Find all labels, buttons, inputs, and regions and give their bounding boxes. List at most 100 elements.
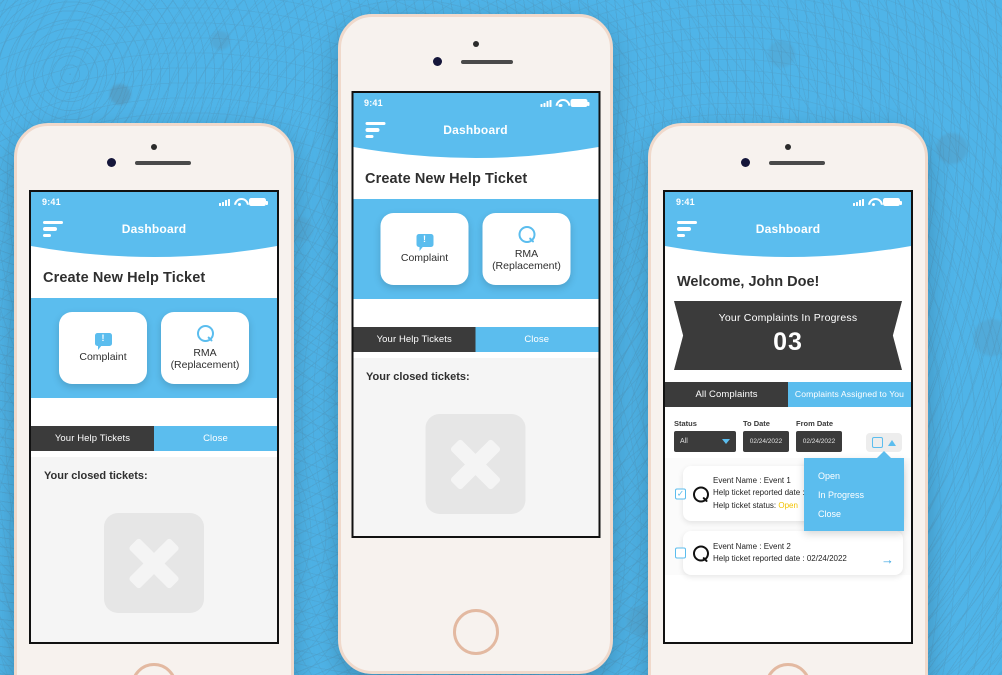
front-camera-icon [785,144,791,150]
complaint-bubble-icon: ! [94,332,112,350]
status-select[interactable]: All [674,431,736,452]
ticket-checkbox[interactable] [675,547,686,559]
ticket-row[interactable]: Event Name : Event 2 Help ticket reporte… [675,531,903,576]
wifi-icon [868,198,879,207]
status-filter-label: Status [674,419,697,428]
complaint-label: Complaint [79,350,127,363]
rma-magnifier-icon [518,225,535,243]
screen-middle: 9:41 Dashboard Create New Help Ticket ! … [351,91,600,538]
complaint-card[interactable]: ! Complaint [59,312,147,384]
complaint-card[interactable]: ! Complaint [380,213,469,285]
phone-device-left: 9:41 Dashboard Create New Help Ticket ! … [14,123,294,675]
closed-tickets-panel: Your closed tickets: [31,457,277,642]
chevron-up-icon [888,439,896,446]
status-select-value: All [680,438,688,445]
dropdown-option-in-progress[interactable]: In Progress [804,485,904,504]
status-dropdown-menu: Open In Progress Close [804,451,904,531]
signal-bars-icon [219,198,230,206]
home-button[interactable] [452,609,499,655]
home-button[interactable] [765,663,811,675]
hamburger-menu-icon[interactable] [365,121,385,139]
front-camera-icon [151,144,157,150]
tab-your-help-tickets[interactable]: Your Help Tickets [353,327,476,352]
wifi-icon [555,99,566,108]
earpiece-speaker [135,161,191,165]
app-bar: Dashboard [353,113,598,147]
screen-left: 9:41 Dashboard Create New Help Ticket ! … [29,190,279,644]
complaints-in-progress-ribbon: Your Complaints In Progress 03 [674,301,902,370]
tab-all-complaints[interactable]: All Complaints [665,382,788,407]
ribbon-title: Your Complaints In Progress [718,312,858,324]
complaint-label: Complaint [400,251,449,264]
choice-band: ! Complaint RMA (Replacement) [31,298,277,398]
rma-label: RMA (Replacement) [492,247,561,272]
section-title: Create New Help Ticket [43,270,206,286]
rma-magnifier-icon [196,324,214,342]
header-curve [353,147,598,165]
phone-device-right: 9:41 Dashboard Welcome, John Doe! Your C… [648,123,928,675]
tab-close[interactable]: Close [154,426,277,451]
empty-x-placeholder-icon [104,513,204,613]
tab-your-help-tickets[interactable]: Your Help Tickets [31,426,154,451]
proximity-sensor-icon [433,57,442,66]
home-button[interactable] [131,663,177,675]
to-date-input[interactable]: 02/24/2022 [743,431,789,452]
earpiece-speaker [769,161,825,165]
ticket-checkbox[interactable] [675,488,686,500]
tab-bar: Your Help Tickets Close [31,426,277,451]
ticket-status-value[interactable]: Open [778,501,798,510]
from-date-input[interactable]: 02/24/2022 [796,431,842,452]
signal-bars-icon [540,99,551,107]
status-time: 9:41 [364,98,383,108]
from-date-label: From Date [796,419,834,428]
tab-bar: Your Help Tickets Close [353,327,598,352]
ribbon-count: 03 [773,328,803,356]
rma-card[interactable]: RMA (Replacement) [482,213,571,285]
status-bar: 9:41 [665,192,911,212]
rma-label: RMA (Replacement) [170,346,240,371]
choice-band: ! Complaint RMA (Replacement) [353,199,598,299]
tab-close[interactable]: Close [475,327,598,352]
header-curve [31,246,277,264]
battery-icon [570,99,589,107]
app-bar-title: Dashboard [443,123,508,137]
panel-label: Your closed tickets: [366,371,470,383]
section-title: Create New Help Ticket [365,171,528,187]
checkbox-icon [872,437,883,448]
to-date-label: To Date [743,419,770,428]
battery-icon [883,198,902,206]
status-bar: 9:41 [31,192,277,212]
ticket-content: Event Name : Event 2 Help ticket reporte… [713,541,847,566]
filter-row: Status All To Date 02/24/2022 From Date … [665,412,911,531]
app-bar: Dashboard [31,212,277,246]
front-camera-icon [472,41,479,47]
to-date-filter-group: To Date 02/24/2022 [743,419,789,452]
ticket-status-label: Help ticket status: [713,500,777,510]
hamburger-menu-icon[interactable] [43,220,63,238]
status-bar: 9:41 [353,93,598,113]
battery-icon [249,198,268,206]
panel-label: Your closed tickets: [44,470,148,482]
dropdown-option-close[interactable]: Close [804,504,904,523]
tab-complaints-assigned[interactable]: Complaints Assigned to You [788,382,911,407]
from-date-filter-group: From Date 02/24/2022 [796,419,842,452]
rma-card[interactable]: RMA (Replacement) [161,312,249,384]
earpiece-speaker [461,60,513,64]
phone-device-middle: 9:41 Dashboard Create New Help Ticket ! … [338,14,613,674]
hamburger-menu-icon[interactable] [677,220,697,238]
dropdown-option-open[interactable]: Open [804,466,904,485]
status-time: 9:41 [42,197,61,207]
welcome-message: Welcome, John Doe! [677,274,820,290]
status-dropdown-toggle[interactable] [866,433,902,452]
tab-bar: All Complaints Complaints Assigned to Yo… [665,382,911,407]
app-bar-title: Dashboard [755,222,821,236]
magnifier-icon [693,486,709,503]
ticket-event-name: Event Name : Event 2 [713,541,791,551]
closed-tickets-panel: Your closed tickets: [353,358,598,536]
empty-x-placeholder-icon [425,414,526,514]
ticket-reported-date: Help ticket reported date : 02/24/2022 [713,554,847,564]
wifi-icon [234,198,245,207]
arrow-right-icon[interactable]: → [881,553,894,566]
proximity-sensor-icon [741,158,750,167]
screen-right: 9:41 Dashboard Welcome, John Doe! Your C… [663,190,913,644]
